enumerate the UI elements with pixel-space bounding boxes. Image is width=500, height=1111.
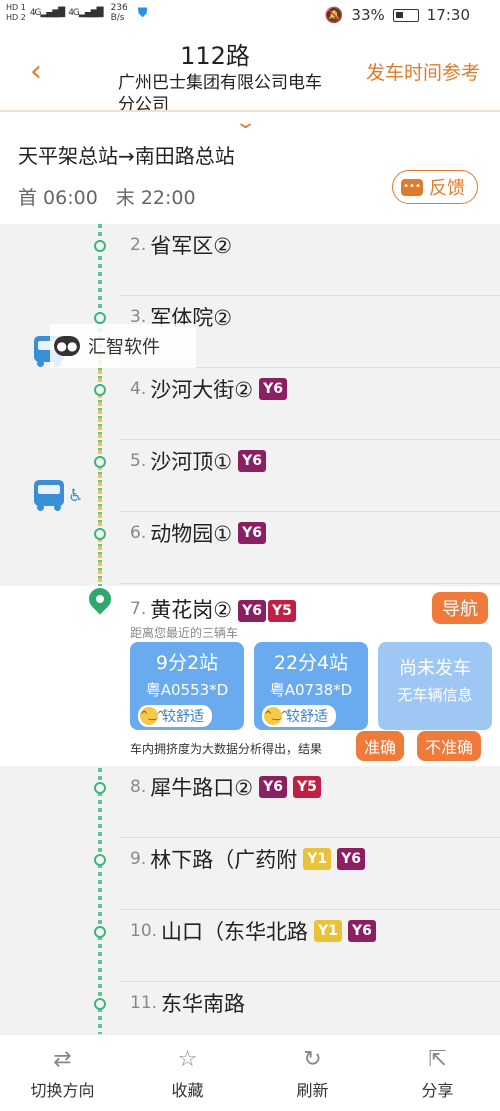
battery-icon: [392, 8, 419, 22]
signal-icon: 4G▂▄▆█: [29, 8, 65, 18]
station-name: 8. 犀牛路口② Y6 Y5: [130, 772, 321, 802]
station-dot-icon: [94, 998, 106, 1010]
current-station-name: 7. 黄花岗② Y6 Y5: [130, 594, 296, 624]
line-tag: Y5: [292, 776, 321, 798]
route-info: 天平架总站→南田路总站 首 06:00 末 22:00 ••• 反馈: [18, 140, 488, 210]
favorite-button[interactable]: ☆ 收藏: [125, 1035, 250, 1111]
station-dot-icon: [94, 312, 106, 324]
status-bar: HD 1 HD 2 4G▂▄▆█ 4G▂▄▆█ 236 B/s ⛊ 🔕 33% …: [0, 0, 500, 32]
line-tag: Y6: [238, 522, 266, 544]
current-station[interactable]: 7. 黄花岗② Y6 Y5 导航 距离您最近的三辆车 9分2站 粤A0553*D …: [0, 583, 500, 766]
line-tag: Y6: [259, 776, 287, 798]
bus-card[interactable]: 9分2站 粤A0553*D ^‿^ 较舒适: [130, 642, 244, 730]
station-name: 5. 沙河顶① Y6: [130, 446, 266, 476]
line-tag: Y6: [337, 848, 366, 870]
no-vehicle-info-label: 无车辆信息: [397, 686, 473, 704]
route-direction: 天平架总站→南田路总站: [18, 144, 235, 168]
station-row[interactable]: 11. 东华南路: [0, 982, 500, 1034]
bus-icon-accessible[interactable]: ♿: [34, 480, 83, 511]
station-row[interactable]: 9. 林下路（广药附 Y1 Y6: [0, 838, 500, 910]
star-icon: ☆: [177, 1047, 198, 1072]
line-tag: Y6: [238, 450, 266, 472]
comfort-badge: ^‿^ 较舒适: [262, 705, 336, 727]
refresh-icon: ↻: [303, 1047, 322, 1072]
status-right: 🔕 33% 17:30: [325, 6, 470, 24]
station-name: 10. 山口（东华北路 Y1 Y6: [130, 916, 376, 946]
bus-plate: 粤A0738*D: [269, 681, 353, 699]
station-dot-icon: [94, 782, 106, 794]
station-dot-icon: [94, 456, 106, 468]
bus-eta: 9分2站: [155, 652, 219, 674]
share-icon: ⇱: [428, 1047, 447, 1072]
feedback-button[interactable]: ••• 反馈: [392, 170, 478, 204]
mute-icon: 🔕: [324, 6, 344, 24]
station-name: 9. 林下路（广药附 Y1 Y6: [130, 844, 366, 874]
line-tag: Y6: [347, 920, 376, 942]
station-row[interactable]: 4. 沙河大街② Y6: [0, 368, 500, 440]
chat-icon: •••: [401, 178, 423, 196]
bottom-toolbar: ⇄ 切换方向 ☆ 收藏 ↻ 刷新 ⇱ 分享: [0, 1034, 500, 1111]
chevron-down-icon[interactable]: ⌄: [234, 112, 257, 133]
comfort-badge: ^‿^ 较舒适: [138, 705, 212, 727]
location-pin-icon: [84, 583, 116, 615]
row-divider: [120, 583, 500, 584]
switch-direction-button[interactable]: ⇄ 切换方向: [0, 1035, 125, 1111]
station-dot-icon: [94, 240, 106, 252]
nearest-buses-hint: 距离您最近的三辆车: [130, 626, 239, 640]
accurate-button[interactable]: 准确: [356, 731, 405, 761]
station-row[interactable]: 2. 省军区②: [0, 224, 500, 296]
signal-icon-2: 4G▂▄▆█: [68, 8, 103, 18]
station-name: 11. 东华南路: [130, 992, 246, 1016]
station-row[interactable]: 8. 犀牛路口② Y6 Y5: [0, 766, 500, 838]
line-tag: Y5: [267, 600, 296, 622]
station-list[interactable]: 2. 省军区② 3. 军体院② 4. 沙河大街② Y6 5. 沙河顶① Y6 6. 动物园① Y6 ●●…: [0, 224, 500, 1034]
header: ‹ 112路 广州巴士集团有限公司电车分公司 发车时间参考: [0, 32, 500, 110]
clock: 17:30: [426, 6, 470, 24]
station-row[interactable]: 6. 动物园① Y6: [0, 512, 500, 584]
station-dot-icon: [94, 528, 106, 540]
timetable-button[interactable]: 发车时间参考: [366, 58, 480, 85]
line-tag: Y1: [303, 848, 332, 870]
station-dot-icon: [94, 384, 106, 396]
first-bus-time: 首 06:00: [18, 187, 98, 209]
last-bus-time: 末 22:00: [115, 187, 196, 209]
line-tag: Y1: [314, 920, 342, 942]
status-left: HD 1 HD 2 4G▂▄▆█ 4G▂▄▆█ 236 B/s ⛊: [6, 3, 148, 23]
switch-direction-icon: ⇄: [53, 1047, 72, 1072]
line-tag: Y6: [259, 378, 287, 400]
station-name: 6. 动物园① Y6: [130, 518, 266, 548]
share-button[interactable]: ⇱ 分享: [375, 1035, 500, 1111]
station-dot-icon: [94, 926, 106, 938]
hd-indicator: HD 1 HD 2: [6, 3, 26, 22]
refresh-button[interactable]: ↻ 刷新: [250, 1035, 375, 1111]
bus-cards: 9分2站 粤A0553*D ^‿^ 较舒适 22分4站 粤A0738*D ^‿^…: [130, 642, 492, 730]
inaccurate-button[interactable]: 不准确: [417, 731, 482, 761]
bus-plate: 粤A0553*D: [145, 681, 229, 699]
navigate-button[interactable]: 导航: [432, 592, 488, 624]
station-name: 2. 省军区②: [130, 234, 233, 258]
station-name: 4. 沙河大街② Y6: [130, 374, 287, 404]
network-speed: 236 B/s: [110, 3, 128, 23]
smile-icon: ^‿^: [264, 707, 289, 725]
watermark: ●● 汇智软件: [50, 324, 196, 368]
station-dot-icon: [94, 854, 106, 866]
no-bus-card: 尚未发车 无车辆信息: [378, 642, 492, 730]
line-tag: Y6: [238, 600, 266, 622]
smile-icon: ^‿^: [140, 707, 165, 725]
station-row[interactable]: 10. 山口（东华北路 Y1 Y6: [0, 910, 500, 982]
bus-eta: 22分4站: [273, 652, 349, 674]
gamepad-icon: ●●: [54, 336, 80, 356]
shield-icon: ⛊: [137, 5, 148, 21]
wheelchair-icon: ♿: [68, 486, 84, 506]
feedback-label: 反馈: [429, 178, 465, 199]
battery-percent: 33%: [351, 6, 385, 24]
bus-card[interactable]: 22分4站 粤A0738*D ^‿^ 较舒适: [254, 642, 368, 730]
company-name: 广州巴士集团有限公司电车分公司: [118, 73, 322, 110]
not-departed-label: 尚未发车: [399, 658, 471, 679]
crowd-note: 车内拥挤度为大数据分析得出，结果: [130, 742, 323, 756]
